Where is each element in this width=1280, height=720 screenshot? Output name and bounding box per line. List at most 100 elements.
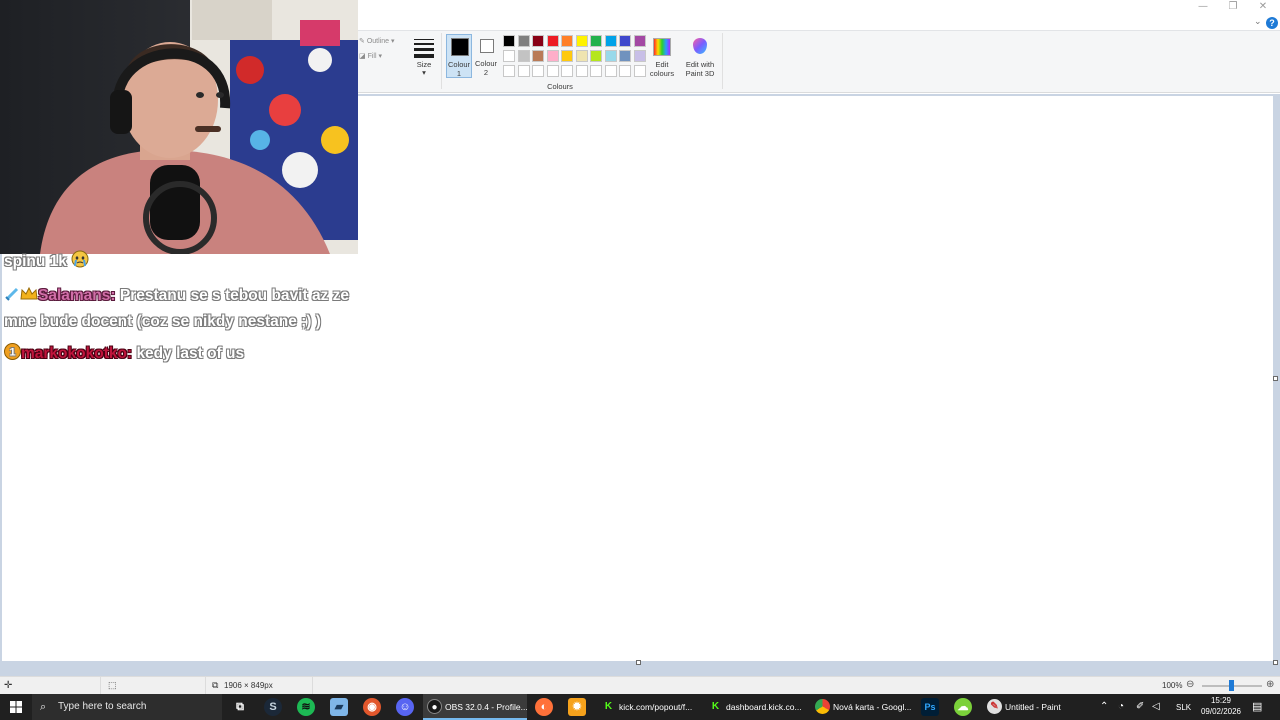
palette-custom-slot[interactable] [532,65,544,77]
windows-taskbar: ⌕ Type here to search ⧉ S ≋ ▰ ◉ ☺ ● OBS … [0,694,1280,720]
canvas-resize-handle-bottom[interactable] [636,660,641,665]
chrome-icon [815,699,830,714]
fill-dropdown[interactable]: ◪ Fill ▾ [359,52,382,60]
app-icon[interactable]: ▰ [330,698,348,716]
colour1-button[interactable]: Colour 1 [446,34,472,78]
tray-overflow-icon[interactable]: ⌃ [1100,701,1108,712]
search-placeholder: Type here to search [58,701,147,712]
search-icon: ⌕ [40,701,47,713]
taskbar-app-label: Nová karta - Googl... [833,702,912,712]
help-button[interactable]: ? [1266,17,1278,29]
status-separator [312,677,313,695]
palette-swatch[interactable] [575,35,588,47]
photoshop-icon[interactable]: Ps [921,698,939,716]
chat-partial-line: spinu 1k [4,250,354,276]
palette-custom-slot[interactable] [517,65,530,77]
zoom-level: 100% [1162,681,1183,690]
app-icon[interactable]: ✹ [568,698,586,716]
palette-custom-slot[interactable] [546,65,559,77]
discord-icon[interactable]: ☺ [396,698,414,716]
palette-swatch[interactable] [575,50,588,62]
taskbar-app-kick-popout[interactable]: K kick.com/popout/f... [597,694,701,720]
palette-custom-slot[interactable] [561,65,573,77]
taskbar-app-paint[interactable]: ✎ Untitled - Paint [983,694,1087,720]
status-separator [100,677,101,695]
edit-colours-label: Edit colours [649,60,675,78]
palette-swatch[interactable] [517,35,530,47]
chat-message: Salamans: Prestanu se s tebou bavit az z… [4,284,354,334]
palette-swatch[interactable] [619,50,631,62]
canvas-resize-handle-right[interactable] [1273,376,1278,381]
maximize-button[interactable]: ❐ [1218,0,1248,16]
line-size-icon [414,39,434,61]
chat-text: kedy last of us [136,345,245,362]
taskbar-search-box[interactable]: ⌕ Type here to search [32,694,222,720]
sub-badge-icon: 1 [4,343,21,368]
image-dimensions: 1906 × 849px [224,681,273,690]
windows-logo-icon [10,701,22,713]
palette-swatch[interactable] [546,50,559,62]
palette-swatch[interactable] [590,35,602,47]
kick-icon: K [708,699,723,714]
edit-paint3d-label: Edit with Paint 3D [685,60,715,78]
network-icon[interactable]: ◔ [1118,701,1124,712]
taskbar-app-obs[interactable]: ● OBS 32.0.4 - Profile... [423,694,527,720]
palette-swatch[interactable] [503,50,515,62]
palette-custom-slot[interactable] [503,65,515,77]
pen-icon[interactable]: ✐ [1136,701,1144,712]
zoom-in-button[interactable]: ⊕ [1266,679,1274,690]
crying-emoji-icon [71,250,89,276]
palette-swatch[interactable] [633,35,646,47]
palette-swatch[interactable] [619,35,631,47]
palette-swatch[interactable] [503,35,515,47]
clock-date[interactable]: 09/02/2026 [1196,707,1246,716]
steam-icon[interactable]: S [264,698,282,716]
zoom-out-button[interactable]: ⊖ [1186,679,1194,690]
palette-swatch[interactable] [532,35,544,47]
chat-username: Salamans: [38,287,116,304]
palette-custom-slot[interactable] [619,65,631,77]
taskbar-app-label: dashboard.kick.co... [726,702,802,712]
outline-dropdown[interactable]: ✎ Outline ▾ [359,37,394,45]
app-icon[interactable]: ◉ [363,698,381,716]
palette-swatch[interactable] [561,35,573,47]
volume-icon[interactable]: ◁ [1152,701,1160,712]
colour-wheel-icon [653,38,671,56]
colour1-swatch [451,38,469,56]
palette-custom-slot[interactable] [604,65,617,77]
obs-icon: ● [427,699,442,714]
firefox-icon[interactable]: ◐ [535,698,553,716]
canvas-resize-handle-corner[interactable] [1273,660,1278,665]
palette-custom-slot[interactable] [590,65,602,77]
ribbon-collapse-icon[interactable]: ⌄ [1254,16,1262,27]
webcam-overlay [0,0,358,254]
clock-time[interactable]: 15:29 [1196,696,1246,705]
cursor-position-icon: ✛ [4,680,13,691]
input-language[interactable]: SLK [1176,703,1191,712]
colour2-button[interactable]: Colour 2 [474,34,500,78]
palette-swatch[interactable] [561,50,573,62]
palette-swatch[interactable] [517,50,530,62]
taskbar-app-label: kick.com/popout/f... [619,702,693,712]
spotify-icon[interactable]: ≋ [297,698,315,716]
task-view-icon[interactable]: ⧉ [231,698,249,716]
app-icon[interactable]: ☁ [954,698,972,716]
colour2-swatch [480,39,494,53]
palette-swatch[interactable] [604,50,617,62]
palette-swatch[interactable] [532,50,544,62]
palette-custom-slot[interactable] [575,65,588,77]
ribbon-separator [722,33,723,89]
brush-icon: ✎ [359,38,365,45]
minimize-button[interactable]: — [1188,0,1218,16]
taskbar-app-kick-dashboard[interactable]: K dashboard.kick.co... [704,694,808,720]
windows-start-button[interactable] [7,698,25,716]
stream-chat-overlay: spinu 1k Salamans: Prestanu se s tebou b… [4,250,354,376]
palette-swatch[interactable] [546,35,559,47]
sword-badge-icon [4,286,20,310]
zoom-slider-thumb[interactable] [1229,680,1234,691]
palette-swatch[interactable] [590,50,602,62]
close-button[interactable]: ✕ [1248,0,1278,16]
notifications-icon[interactable]: ▤ [1252,700,1262,713]
taskbar-app-chrome[interactable]: Nová karta - Googl... [811,694,915,720]
palette-swatch[interactable] [604,35,617,47]
